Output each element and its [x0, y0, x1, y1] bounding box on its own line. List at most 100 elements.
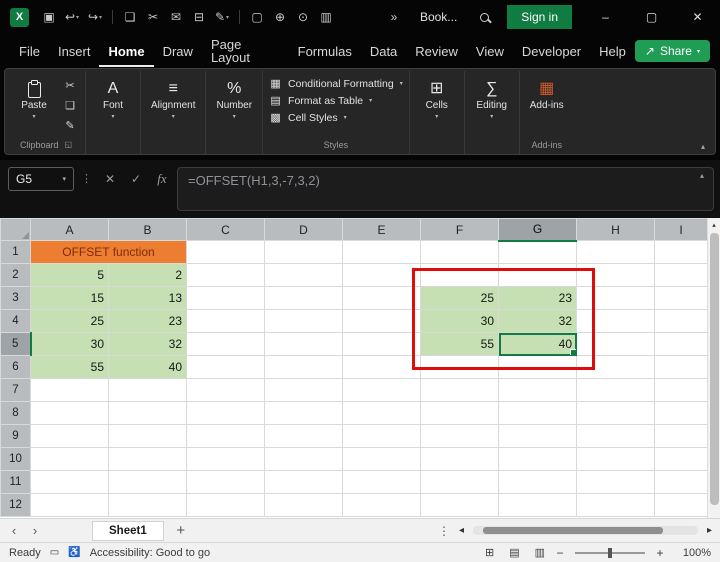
cell-C1[interactable] [187, 241, 265, 264]
menu-tab-home[interactable]: Home [99, 36, 153, 67]
cell-F8[interactable] [421, 402, 499, 425]
row-header-11[interactable]: 11 [1, 471, 31, 494]
format-painter-button[interactable]: ✎ [61, 117, 79, 133]
cell-D2[interactable] [265, 264, 343, 287]
cell-C5[interactable] [187, 333, 265, 356]
cell-H12[interactable] [577, 494, 655, 517]
zoom-slider-thumb[interactable] [608, 548, 612, 558]
row-header-8[interactable]: 8 [1, 402, 31, 425]
cell-C2[interactable] [187, 264, 265, 287]
zoom-in-button[interactable]: + [654, 546, 666, 560]
cell-H7[interactable] [577, 379, 655, 402]
cell-A2[interactable]: 5 [31, 264, 109, 287]
cell-E8[interactable] [343, 402, 421, 425]
cut-button[interactable]: ✂ [61, 77, 79, 93]
cancel-entry-button[interactable]: ✕ [99, 167, 121, 191]
paste-button[interactable]: Paste ▾ [13, 73, 55, 123]
cell-B9[interactable] [109, 425, 187, 448]
cell-E2[interactable] [343, 264, 421, 287]
cell-F10[interactable] [421, 448, 499, 471]
cells-button[interactable]: ⊞ Cells ▾ [416, 73, 458, 123]
cell-H2[interactable] [577, 264, 655, 287]
cell-I1[interactable] [655, 241, 708, 264]
column-header-B[interactable]: B [109, 219, 187, 241]
print-icon[interactable]: ⊟ [188, 5, 210, 29]
cell-C4[interactable] [187, 310, 265, 333]
cell-G1[interactable] [499, 241, 577, 264]
column-header-D[interactable]: D [265, 219, 343, 241]
cell-C11[interactable] [187, 471, 265, 494]
cell-A6[interactable]: 55 [31, 356, 109, 379]
cell-F4[interactable]: 30 [421, 310, 499, 333]
cell-H4[interactable] [577, 310, 655, 333]
scroll-up-icon[interactable]: ▴ [708, 218, 720, 231]
cell-H11[interactable] [577, 471, 655, 494]
zoom-level-label[interactable]: 100% [675, 547, 711, 559]
menu-tab-formulas[interactable]: Formulas [289, 36, 361, 67]
cell-G8[interactable] [499, 402, 577, 425]
cell-styles-button[interactable]: ▩ Cell Styles ▾ [269, 111, 403, 124]
cell-E4[interactable] [343, 310, 421, 333]
undo-button[interactable]: ↩▾ [61, 5, 83, 29]
column-header-I[interactable]: I [655, 219, 708, 241]
cell-A4[interactable]: 25 [31, 310, 109, 333]
share-button[interactable]: ↗ Share ▾ [635, 40, 710, 62]
cell-D8[interactable] [265, 402, 343, 425]
accessibility-status-label[interactable]: Accessibility: Good to go [90, 547, 210, 559]
hscroll-left-icon[interactable]: ◂ [459, 525, 464, 536]
cell-I8[interactable] [655, 402, 708, 425]
mail-icon[interactable]: ✉ [165, 5, 187, 29]
sign-in-button[interactable]: Sign in [507, 5, 572, 29]
maximize-button[interactable]: ▢ [629, 0, 674, 34]
horizontal-scrollbar[interactable] [473, 526, 698, 535]
row-header-7[interactable]: 7 [1, 379, 31, 402]
cell-E11[interactable] [343, 471, 421, 494]
row-header-5[interactable]: 5 [1, 333, 31, 356]
cell-I4[interactable] [655, 310, 708, 333]
cell-G10[interactable] [499, 448, 577, 471]
menu-tab-data[interactable]: Data [361, 36, 406, 67]
cell-I6[interactable] [655, 356, 708, 379]
cell-H8[interactable] [577, 402, 655, 425]
accessibility-icon[interactable]: ♿ [68, 547, 80, 558]
cell-H10[interactable] [577, 448, 655, 471]
book-icon[interactable]: ▥ [315, 5, 337, 29]
cell-D1[interactable] [265, 241, 343, 264]
cell-F11[interactable] [421, 471, 499, 494]
cell-G9[interactable] [499, 425, 577, 448]
normal-view-icon[interactable]: ⊞ [485, 546, 494, 559]
column-header-G[interactable]: G [499, 219, 577, 241]
number-button[interactable]: % Number ▾ [212, 73, 256, 123]
cell-H3[interactable] [577, 287, 655, 310]
vertical-scrollbar[interactable]: ▴ [707, 218, 720, 518]
add-sheet-button[interactable]: + [173, 522, 189, 539]
cell-C3[interactable] [187, 287, 265, 310]
cell-F3[interactable]: 25 [421, 287, 499, 310]
menu-tab-file[interactable]: File [10, 36, 49, 67]
cell-A11[interactable] [31, 471, 109, 494]
cell-F7[interactable] [421, 379, 499, 402]
cell-I5[interactable] [655, 333, 708, 356]
cell-F12[interactable] [421, 494, 499, 517]
cell-C8[interactable] [187, 402, 265, 425]
next-sheet-icon[interactable]: › [29, 523, 41, 538]
horizontal-scrollbar-thumb[interactable] [483, 527, 663, 534]
cell-A5[interactable]: 30 [31, 333, 109, 356]
select-all-button[interactable] [1, 219, 31, 241]
cell-F9[interactable] [421, 425, 499, 448]
cell-H9[interactable] [577, 425, 655, 448]
cell-A7[interactable] [31, 379, 109, 402]
cell-E5[interactable] [343, 333, 421, 356]
column-header-F[interactable]: F [421, 219, 499, 241]
cell-I10[interactable] [655, 448, 708, 471]
conditional-formatting-button[interactable]: ▦ Conditional Formatting ▾ [269, 77, 403, 90]
row-header-6[interactable]: 6 [1, 356, 31, 379]
cell-C12[interactable] [187, 494, 265, 517]
cell-G6[interactable] [499, 356, 577, 379]
cell-B6[interactable]: 40 [109, 356, 187, 379]
menu-tab-review[interactable]: Review [406, 36, 467, 67]
editing-button[interactable]: ∑ Editing ▾ [471, 73, 513, 123]
cut-icon[interactable]: ✂ [142, 5, 164, 29]
column-header-C[interactable]: C [187, 219, 265, 241]
menu-tab-draw[interactable]: Draw [154, 36, 202, 67]
